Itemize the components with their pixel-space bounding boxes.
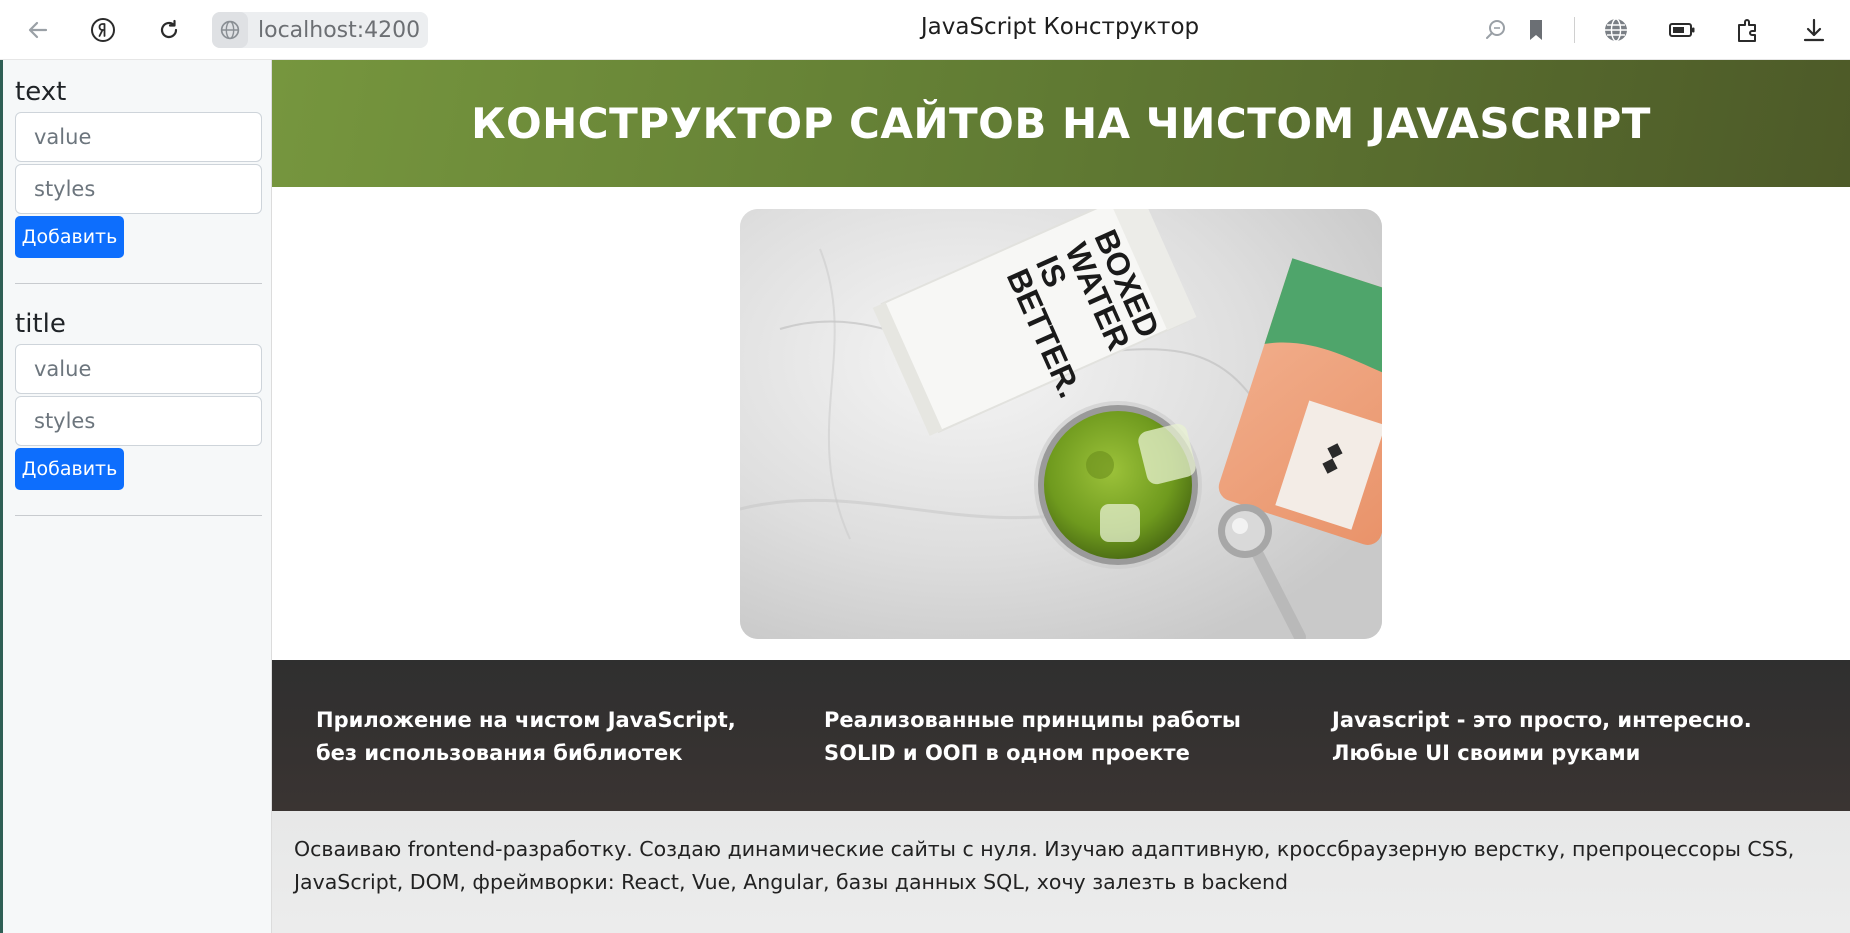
address-bar[interactable]: localhost:4200 — [212, 12, 428, 48]
download-icon[interactable] — [1796, 12, 1832, 48]
bookmark-icon[interactable] — [1518, 12, 1554, 48]
site-preview: КОНСТРУКТОР САЙТОВ НА ЧИСТОМ JAVASCRIPT — [272, 60, 1850, 933]
browser-toolbar: localhost:4200 JavaScript Конструктор — [0, 0, 1850, 60]
toolbar-divider — [1574, 17, 1575, 43]
constructor-sidebar: text Добавить title Добавить — [0, 60, 272, 933]
yandex-logo-icon[interactable] — [85, 12, 121, 48]
about-text: Осваиваю frontend-разработку. Создаю дин… — [294, 837, 1795, 894]
title-add-button[interactable]: Добавить — [15, 448, 124, 490]
search-icon[interactable] — [1478, 12, 1514, 48]
site-header: КОНСТРУКТОР САЙТОВ НА ЧИСТОМ JAVASCRIPT — [272, 60, 1850, 187]
text-value-input[interactable] — [15, 112, 262, 162]
tab-title: JavaScript Конструктор — [920, 14, 1200, 40]
site-globe-icon — [212, 12, 248, 48]
sidebar-divider — [15, 283, 262, 284]
feature-item: Реализованные принципы работы SOLID и ОО… — [824, 708, 1241, 765]
text-block-heading: text — [15, 77, 67, 107]
site-title: КОНСТРУКТОР САЙТОВ НА ЧИСТОМ JAVASCRIPT — [471, 99, 1651, 148]
url-text: localhost:4200 — [258, 17, 421, 43]
text-add-button[interactable]: Добавить — [15, 216, 124, 258]
title-styles-input[interactable] — [15, 396, 262, 446]
translate-icon[interactable] — [1598, 12, 1634, 48]
battery-icon[interactable] — [1664, 12, 1700, 48]
hero-image: BOXED WATER IS BETTER. — [740, 209, 1382, 639]
title-block-heading: title — [15, 309, 66, 339]
reload-icon[interactable] — [151, 12, 187, 48]
back-arrow-icon[interactable] — [20, 12, 56, 48]
title-value-input[interactable] — [15, 344, 262, 394]
features-section: Приложение на чистом JavaScript, без исп… — [272, 660, 1850, 811]
extensions-icon[interactable] — [1730, 12, 1766, 48]
text-block-form: text Добавить — [15, 74, 262, 258]
sidebar-divider — [15, 515, 262, 516]
about-section: Осваиваю frontend-разработку. Создаю дин… — [272, 811, 1850, 933]
feature-item: Javascript - это просто, интересно. Любы… — [1332, 708, 1752, 765]
text-styles-input[interactable] — [15, 164, 262, 214]
title-block-form: title Добавить — [15, 306, 262, 490]
feature-item: Приложение на чистом JavaScript, без исп… — [316, 708, 736, 765]
